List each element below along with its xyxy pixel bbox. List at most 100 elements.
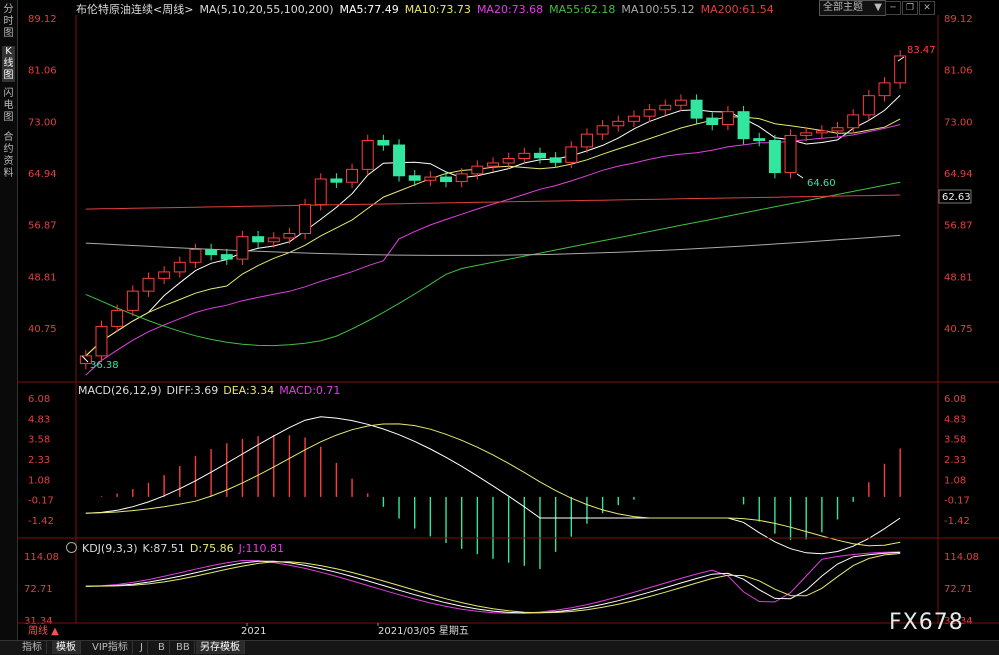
kdj-tick-left: 72.71 (24, 584, 53, 595)
candle-body (424, 176, 437, 181)
candle-body (847, 114, 860, 129)
candle-body (862, 95, 875, 116)
candle-body (111, 309, 124, 327)
kdj-k: K:87.51 (142, 542, 185, 555)
y-tick-right: 48.81 (944, 272, 973, 283)
candle-body (189, 248, 202, 263)
y-tick-left: 48.81 (28, 272, 57, 283)
tab-template[interactable]: 模板 (52, 641, 81, 654)
candle-body (440, 176, 453, 183)
candle-body (236, 236, 249, 260)
y-tick-right: 40.75 (944, 324, 973, 335)
high-annotation: 83.47 (907, 45, 936, 56)
last-price-label: 62.63 (942, 192, 971, 203)
macd-tick-left: 1.08 (28, 475, 50, 486)
candle-body (487, 162, 499, 167)
kdj-j-line (85, 551, 901, 614)
candle-body (299, 204, 312, 234)
candle-body (596, 125, 609, 135)
period-label[interactable]: 周线 ▲ (28, 624, 59, 637)
y-tick-right: 56.87 (944, 221, 973, 232)
kdj-tick-right: 114.08 (944, 552, 979, 563)
macd-tick-right: 2.33 (944, 455, 966, 466)
kdj-j: J:110.81 (238, 542, 285, 555)
kdj-tick-left: 114.08 (24, 552, 59, 563)
y-tick-left: 40.75 (28, 324, 57, 335)
kdj-panel (85, 551, 901, 614)
candle-body (220, 254, 233, 260)
macd-tick-left: 4.83 (28, 414, 50, 425)
candle-body (518, 152, 531, 159)
candle-body (267, 237, 280, 243)
candle-body (784, 134, 797, 174)
local-low-annotation: 64.60 (807, 178, 836, 189)
ma-lines (85, 95, 901, 376)
macd-diff: DIFF:3.69 (166, 384, 219, 397)
candle-body (565, 146, 578, 163)
candle-body (800, 132, 813, 136)
macd-tick-left: 3.58 (28, 435, 50, 446)
macd-tick-right: 1.08 (944, 475, 966, 486)
tab-bb[interactable]: BB (172, 641, 195, 654)
candle-body (580, 133, 593, 148)
y-axis-labels: 89.12 89.12 81.06 81.06 73.00 73.00 64.94 64.94… (24, 14, 979, 627)
candle-body (95, 325, 108, 357)
tab-j[interactable]: J (136, 641, 148, 654)
gear-icon[interactable] (66, 542, 77, 553)
candle-body (753, 138, 766, 142)
macd-dea: DEA:3.34 (223, 384, 275, 397)
tab-vip-indicators[interactable]: VIP指标 (88, 641, 133, 654)
ma5-line (85, 95, 901, 357)
candle-body (706, 117, 719, 126)
candle-body (674, 99, 687, 106)
tab-b[interactable]: B (154, 641, 170, 654)
candle-body (377, 140, 390, 146)
candle-body (126, 290, 139, 311)
candle-body (878, 82, 891, 97)
candle-body (283, 232, 296, 239)
kdj-k-line (85, 551, 901, 614)
y-tick-left: 89.12 (28, 14, 57, 25)
y-tick-right: 81.06 (944, 66, 973, 77)
candle-body (408, 175, 421, 181)
candle-body (612, 120, 625, 127)
candle-body (737, 111, 750, 140)
candle-body (346, 168, 359, 183)
candle-body (173, 261, 186, 273)
ma200-line (85, 194, 901, 210)
x-label-date: 2021/03/05 星期五 (378, 625, 469, 637)
candle-body (471, 165, 484, 175)
candle-body (455, 173, 468, 183)
tab-save-template[interactable]: 另存模板 (196, 641, 245, 654)
kdj-d: D:75.86 (189, 542, 234, 555)
macd-tick-left: -1.42 (28, 516, 54, 527)
bottom-toolbar: 指标 模板 VIP指标 J B BB 另存模板 (0, 640, 999, 655)
macd-tick-right: 3.58 (944, 435, 966, 446)
candle-body (690, 99, 703, 119)
low-annotation: 36.38 (90, 360, 119, 371)
candle-body (534, 152, 546, 159)
candle-body (643, 109, 656, 117)
macd-tick-right: 6.08 (944, 394, 966, 405)
candle-body (549, 157, 562, 163)
kdj-d-line (85, 553, 901, 614)
y-tick-right: 64.94 (944, 169, 973, 180)
macd-tick-right: -0.17 (944, 496, 970, 507)
y-tick-left: 81.06 (28, 66, 57, 77)
macd-tick-right: -1.42 (944, 516, 970, 527)
candle-body (768, 140, 781, 174)
y-tick-left: 73.00 (28, 117, 57, 128)
candlesticks (79, 50, 907, 370)
macd-header: MACD(26,12,9) DIFF:3.69 DEA:3.34 MACD:0.71 (78, 384, 345, 397)
macd-tick-left: 2.33 (28, 455, 50, 466)
candle-body (361, 140, 374, 170)
macd-tick-right: 4.83 (944, 414, 966, 425)
kdj-params: KDJ(9,3,3) (82, 542, 138, 555)
candle-body (721, 111, 734, 126)
candle-body (815, 130, 828, 134)
kdj-tick-right: 72.71 (944, 584, 973, 595)
tab-indicators[interactable]: 指标 (18, 641, 47, 654)
candle-body (330, 178, 343, 183)
candle-body (627, 115, 640, 122)
candle-body (502, 157, 515, 164)
